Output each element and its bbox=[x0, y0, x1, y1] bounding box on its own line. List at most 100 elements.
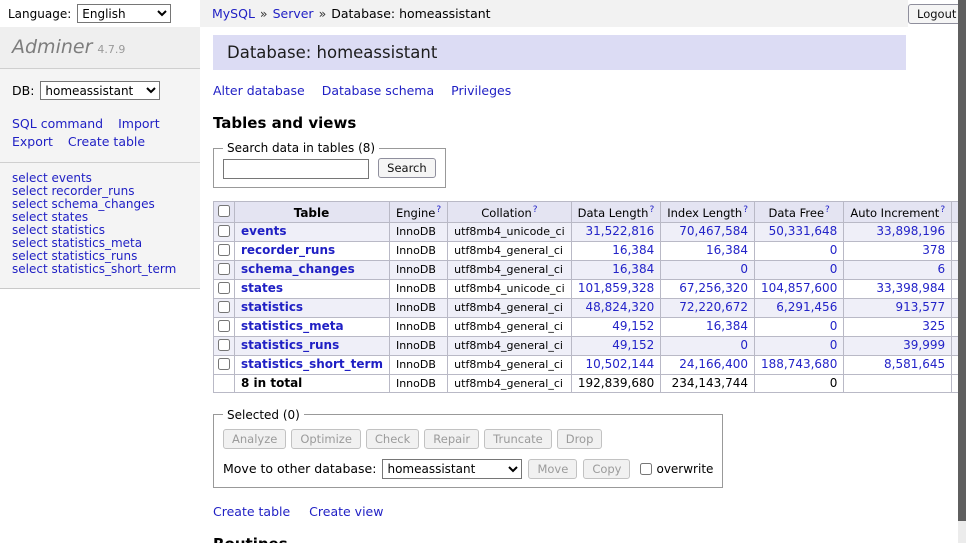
cell-engine: InnoDB bbox=[389, 279, 447, 298]
cell-auto-increment[interactable]: 378 bbox=[844, 241, 952, 260]
cell-data-length[interactable]: 31,522,816 bbox=[571, 222, 661, 241]
cell-engine: InnoDB bbox=[389, 222, 447, 241]
table-row: schema_changesInnoDButf8mb4_general_ci16… bbox=[214, 260, 966, 279]
scrollbar-thumb[interactable] bbox=[958, 0, 966, 521]
cell-index-length[interactable]: 16,384 bbox=[661, 241, 755, 260]
sidebar-select-link[interactable]: select statistics_short_term bbox=[12, 263, 188, 276]
db-select[interactable]: homeassistant bbox=[40, 81, 160, 100]
cell-index-length[interactable]: 24,166,400 bbox=[661, 355, 755, 374]
breadcrumb-link-server[interactable]: Server bbox=[273, 6, 314, 21]
create-table-link-sidebar[interactable]: Create table bbox=[68, 133, 145, 151]
table-name-link[interactable]: statistics_short_term bbox=[241, 357, 383, 371]
select-all-checkbox[interactable] bbox=[218, 205, 230, 217]
col-index-length[interactable]: Index Length? bbox=[661, 201, 755, 222]
table-name-link[interactable]: statistics bbox=[241, 300, 303, 314]
cell-auto-increment[interactable]: 8,581,645 bbox=[844, 355, 952, 374]
cell-engine: InnoDB bbox=[389, 241, 447, 260]
move-button[interactable]: Move bbox=[528, 459, 577, 479]
table-row: statisticsInnoDButf8mb4_general_ci48,824… bbox=[214, 298, 966, 317]
cell-data-length[interactable]: 101,859,328 bbox=[571, 279, 661, 298]
row-checkbox[interactable] bbox=[218, 358, 230, 370]
row-checkbox[interactable] bbox=[218, 282, 230, 294]
row-checkbox[interactable] bbox=[218, 244, 230, 256]
truncate-button[interactable]: Truncate bbox=[484, 429, 552, 449]
cell-index-length[interactable]: 72,220,672 bbox=[661, 298, 755, 317]
repair-button[interactable]: Repair bbox=[424, 429, 479, 449]
cell-auto-increment[interactable]: 325 bbox=[844, 317, 952, 336]
scrollbar-track[interactable] bbox=[958, 0, 966, 543]
sql-command-link[interactable]: SQL command bbox=[12, 115, 103, 133]
search-button[interactable]: Search bbox=[378, 158, 436, 178]
overwrite-checkbox[interactable] bbox=[640, 463, 652, 475]
row-checkbox[interactable] bbox=[218, 225, 230, 237]
total-data-free: 0 bbox=[754, 374, 843, 392]
logout-button[interactable]: Logout bbox=[908, 4, 965, 24]
table-name-link[interactable]: recorder_runs bbox=[241, 243, 335, 257]
cell-auto-increment[interactable]: 39,999 bbox=[844, 336, 952, 355]
col-data-length[interactable]: Data Length? bbox=[571, 201, 661, 222]
check-button[interactable]: Check bbox=[366, 429, 419, 449]
cell-auto-increment[interactable]: 6 bbox=[844, 260, 952, 279]
search-input[interactable] bbox=[223, 159, 369, 179]
row-checkbox[interactable] bbox=[218, 339, 230, 351]
col-collation[interactable]: Collation? bbox=[448, 201, 571, 222]
cell-index-length[interactable]: 67,256,320 bbox=[661, 279, 755, 298]
row-checkbox[interactable] bbox=[218, 320, 230, 332]
privileges-link[interactable]: Privileges bbox=[451, 83, 511, 98]
cell-engine: InnoDB bbox=[389, 317, 447, 336]
breadcrumb-link-mysql[interactable]: MySQL bbox=[212, 6, 255, 21]
col-engine[interactable]: Engine? bbox=[389, 201, 447, 222]
cell-collation: utf8mb4_general_ci bbox=[448, 317, 571, 336]
help-icon: ? bbox=[940, 205, 945, 215]
cell-data-free[interactable]: 0 bbox=[754, 260, 843, 279]
move-db-select[interactable]: homeassistant bbox=[382, 459, 522, 479]
copy-button[interactable]: Copy bbox=[583, 459, 630, 479]
col-data-free[interactable]: Data Free? bbox=[754, 201, 843, 222]
db-label: DB: bbox=[12, 83, 34, 98]
table-name-link[interactable]: states bbox=[241, 281, 283, 295]
cell-index-length[interactable]: 0 bbox=[661, 260, 755, 279]
row-checkbox[interactable] bbox=[218, 301, 230, 313]
export-link[interactable]: Export bbox=[12, 133, 53, 151]
help-icon: ? bbox=[743, 205, 748, 215]
col-table[interactable]: Table bbox=[235, 201, 390, 222]
create-table-link[interactable]: Create table bbox=[213, 504, 290, 519]
table-name-link[interactable]: statistics_meta bbox=[241, 319, 344, 333]
cell-data-free[interactable]: 6,291,456 bbox=[754, 298, 843, 317]
alter-database-link[interactable]: Alter database bbox=[213, 83, 305, 98]
cell-data-length[interactable]: 48,824,320 bbox=[571, 298, 661, 317]
cell-data-free[interactable]: 0 bbox=[754, 241, 843, 260]
cell-data-length[interactable]: 16,384 bbox=[571, 241, 661, 260]
create-view-link[interactable]: Create view bbox=[309, 504, 383, 519]
language-select[interactable]: English bbox=[77, 4, 171, 23]
cell-index-length[interactable]: 70,467,584 bbox=[661, 222, 755, 241]
cell-index-length[interactable]: 16,384 bbox=[661, 317, 755, 336]
col-auto-increment[interactable]: Auto Increment? bbox=[844, 201, 952, 222]
import-link[interactable]: Import bbox=[118, 115, 160, 133]
cell-data-free[interactable]: 50,331,648 bbox=[754, 222, 843, 241]
optimize-button[interactable]: Optimize bbox=[291, 429, 361, 449]
table-name-link[interactable]: schema_changes bbox=[241, 262, 355, 276]
database-schema-link[interactable]: Database schema bbox=[322, 83, 434, 98]
drop-button[interactable]: Drop bbox=[557, 429, 603, 449]
row-checkbox[interactable] bbox=[218, 263, 230, 275]
cell-data-free[interactable]: 0 bbox=[754, 317, 843, 336]
tables-heading: Tables and views bbox=[213, 114, 906, 132]
table-name-link[interactable]: events bbox=[241, 224, 287, 238]
cell-data-length[interactable]: 49,152 bbox=[571, 317, 661, 336]
total-label: 8 in total bbox=[235, 374, 390, 392]
cell-data-length[interactable]: 16,384 bbox=[571, 260, 661, 279]
cell-data-free[interactable]: 0 bbox=[754, 336, 843, 355]
cell-auto-increment[interactable]: 913,577 bbox=[844, 298, 952, 317]
cell-collation: utf8mb4_general_ci bbox=[448, 241, 571, 260]
cell-data-free[interactable]: 188,743,680 bbox=[754, 355, 843, 374]
main-content: Database: homeassistant Alter database D… bbox=[200, 27, 966, 543]
cell-auto-increment[interactable]: 33,898,196 bbox=[844, 222, 952, 241]
table-name-link[interactable]: statistics_runs bbox=[241, 338, 339, 352]
cell-data-free[interactable]: 104,857,600 bbox=[754, 279, 843, 298]
cell-index-length[interactable]: 0 bbox=[661, 336, 755, 355]
cell-auto-increment[interactable]: 33,398,984 bbox=[844, 279, 952, 298]
cell-data-length[interactable]: 10,502,144 bbox=[571, 355, 661, 374]
cell-data-length[interactable]: 49,152 bbox=[571, 336, 661, 355]
analyze-button[interactable]: Analyze bbox=[223, 429, 286, 449]
